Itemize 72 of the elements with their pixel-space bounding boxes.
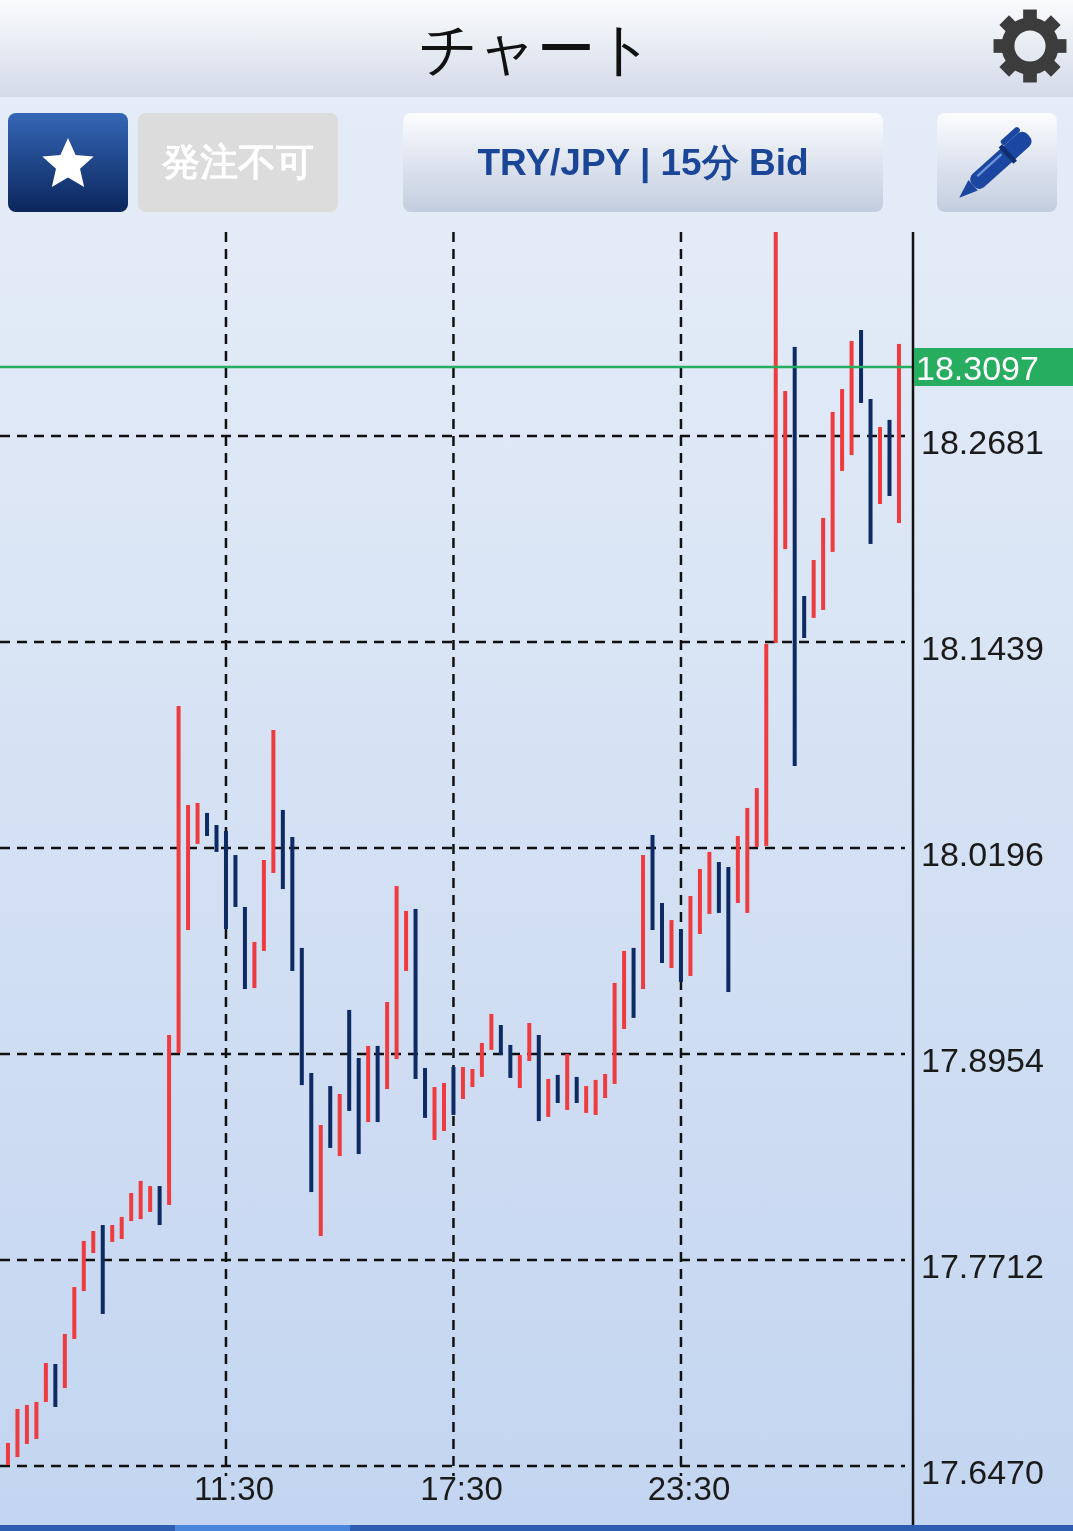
price-axis-label: 17.8954 (921, 1041, 1044, 1080)
candle (91, 1231, 96, 1254)
candle (119, 1216, 124, 1239)
candle (546, 1078, 551, 1117)
candle (631, 947, 636, 1018)
candle (423, 1068, 428, 1118)
candle (460, 1067, 465, 1099)
price-axis-label: 17.7712 (921, 1247, 1044, 1286)
price-axis-label: 18.0196 (921, 835, 1044, 874)
candle (205, 812, 209, 836)
scroll-thumb[interactable] (175, 1525, 350, 1531)
candle (233, 855, 238, 907)
candle (34, 1402, 39, 1439)
candle (660, 903, 664, 963)
candle (214, 825, 219, 852)
candle (716, 862, 721, 913)
candle (337, 1094, 342, 1157)
candle (252, 941, 257, 989)
candle (565, 1054, 570, 1110)
price-axis-label: 17.6470 (921, 1453, 1044, 1491)
candle (24, 1404, 29, 1444)
candle (754, 788, 759, 847)
candle (129, 1193, 134, 1222)
candle (555, 1074, 560, 1103)
candle (81, 1240, 86, 1292)
candle (593, 1079, 598, 1115)
candle (479, 1042, 484, 1077)
candle (62, 1334, 67, 1389)
candle (157, 1186, 162, 1226)
settings-icon[interactable] (992, 8, 1068, 84)
candle (669, 920, 674, 968)
candle (72, 1287, 77, 1339)
candle (603, 1073, 608, 1098)
candle (697, 869, 702, 934)
candle (53, 1364, 58, 1407)
candle (489, 1013, 494, 1050)
star-icon (42, 138, 94, 187)
time-axis-label: 17:30 (420, 1470, 503, 1507)
candle (527, 1023, 532, 1061)
candle (5, 1442, 10, 1465)
candle (148, 1186, 153, 1212)
candle (498, 1025, 503, 1056)
time-axis-label: 11:30 (193, 1470, 275, 1507)
screen-title: チャート (419, 19, 654, 78)
candle (517, 1055, 522, 1089)
candle (707, 851, 712, 914)
candle (451, 1067, 456, 1115)
candle (138, 1180, 143, 1220)
candle (811, 560, 816, 618)
ref-line-label: 18.3097 (916, 348, 1039, 387)
candle (15, 1408, 20, 1458)
candle (43, 1363, 48, 1402)
candle (802, 596, 807, 638)
time-axis-label: 23:30 (647, 1470, 731, 1507)
candle (735, 836, 740, 903)
candle (442, 1082, 446, 1131)
current-price-tag: 18.3097 (914, 348, 1073, 387)
candle (404, 910, 409, 971)
price-axis-label: 18.1439 (921, 628, 1044, 667)
candle (508, 1044, 513, 1078)
symbol-button[interactable]: TRY/JPY | 15分 Bid (403, 113, 883, 212)
candle (195, 803, 200, 844)
candle (328, 1086, 333, 1148)
drawing-tool-button[interactable] (937, 113, 1057, 212)
candle (110, 1225, 115, 1242)
candle (678, 929, 683, 982)
candle (432, 1087, 437, 1140)
candle (470, 1069, 475, 1088)
candle (574, 1076, 579, 1103)
favorite-button[interactable] (8, 113, 128, 212)
price-axis-label: 18.2681 (921, 423, 1044, 461)
candle (584, 1086, 589, 1113)
